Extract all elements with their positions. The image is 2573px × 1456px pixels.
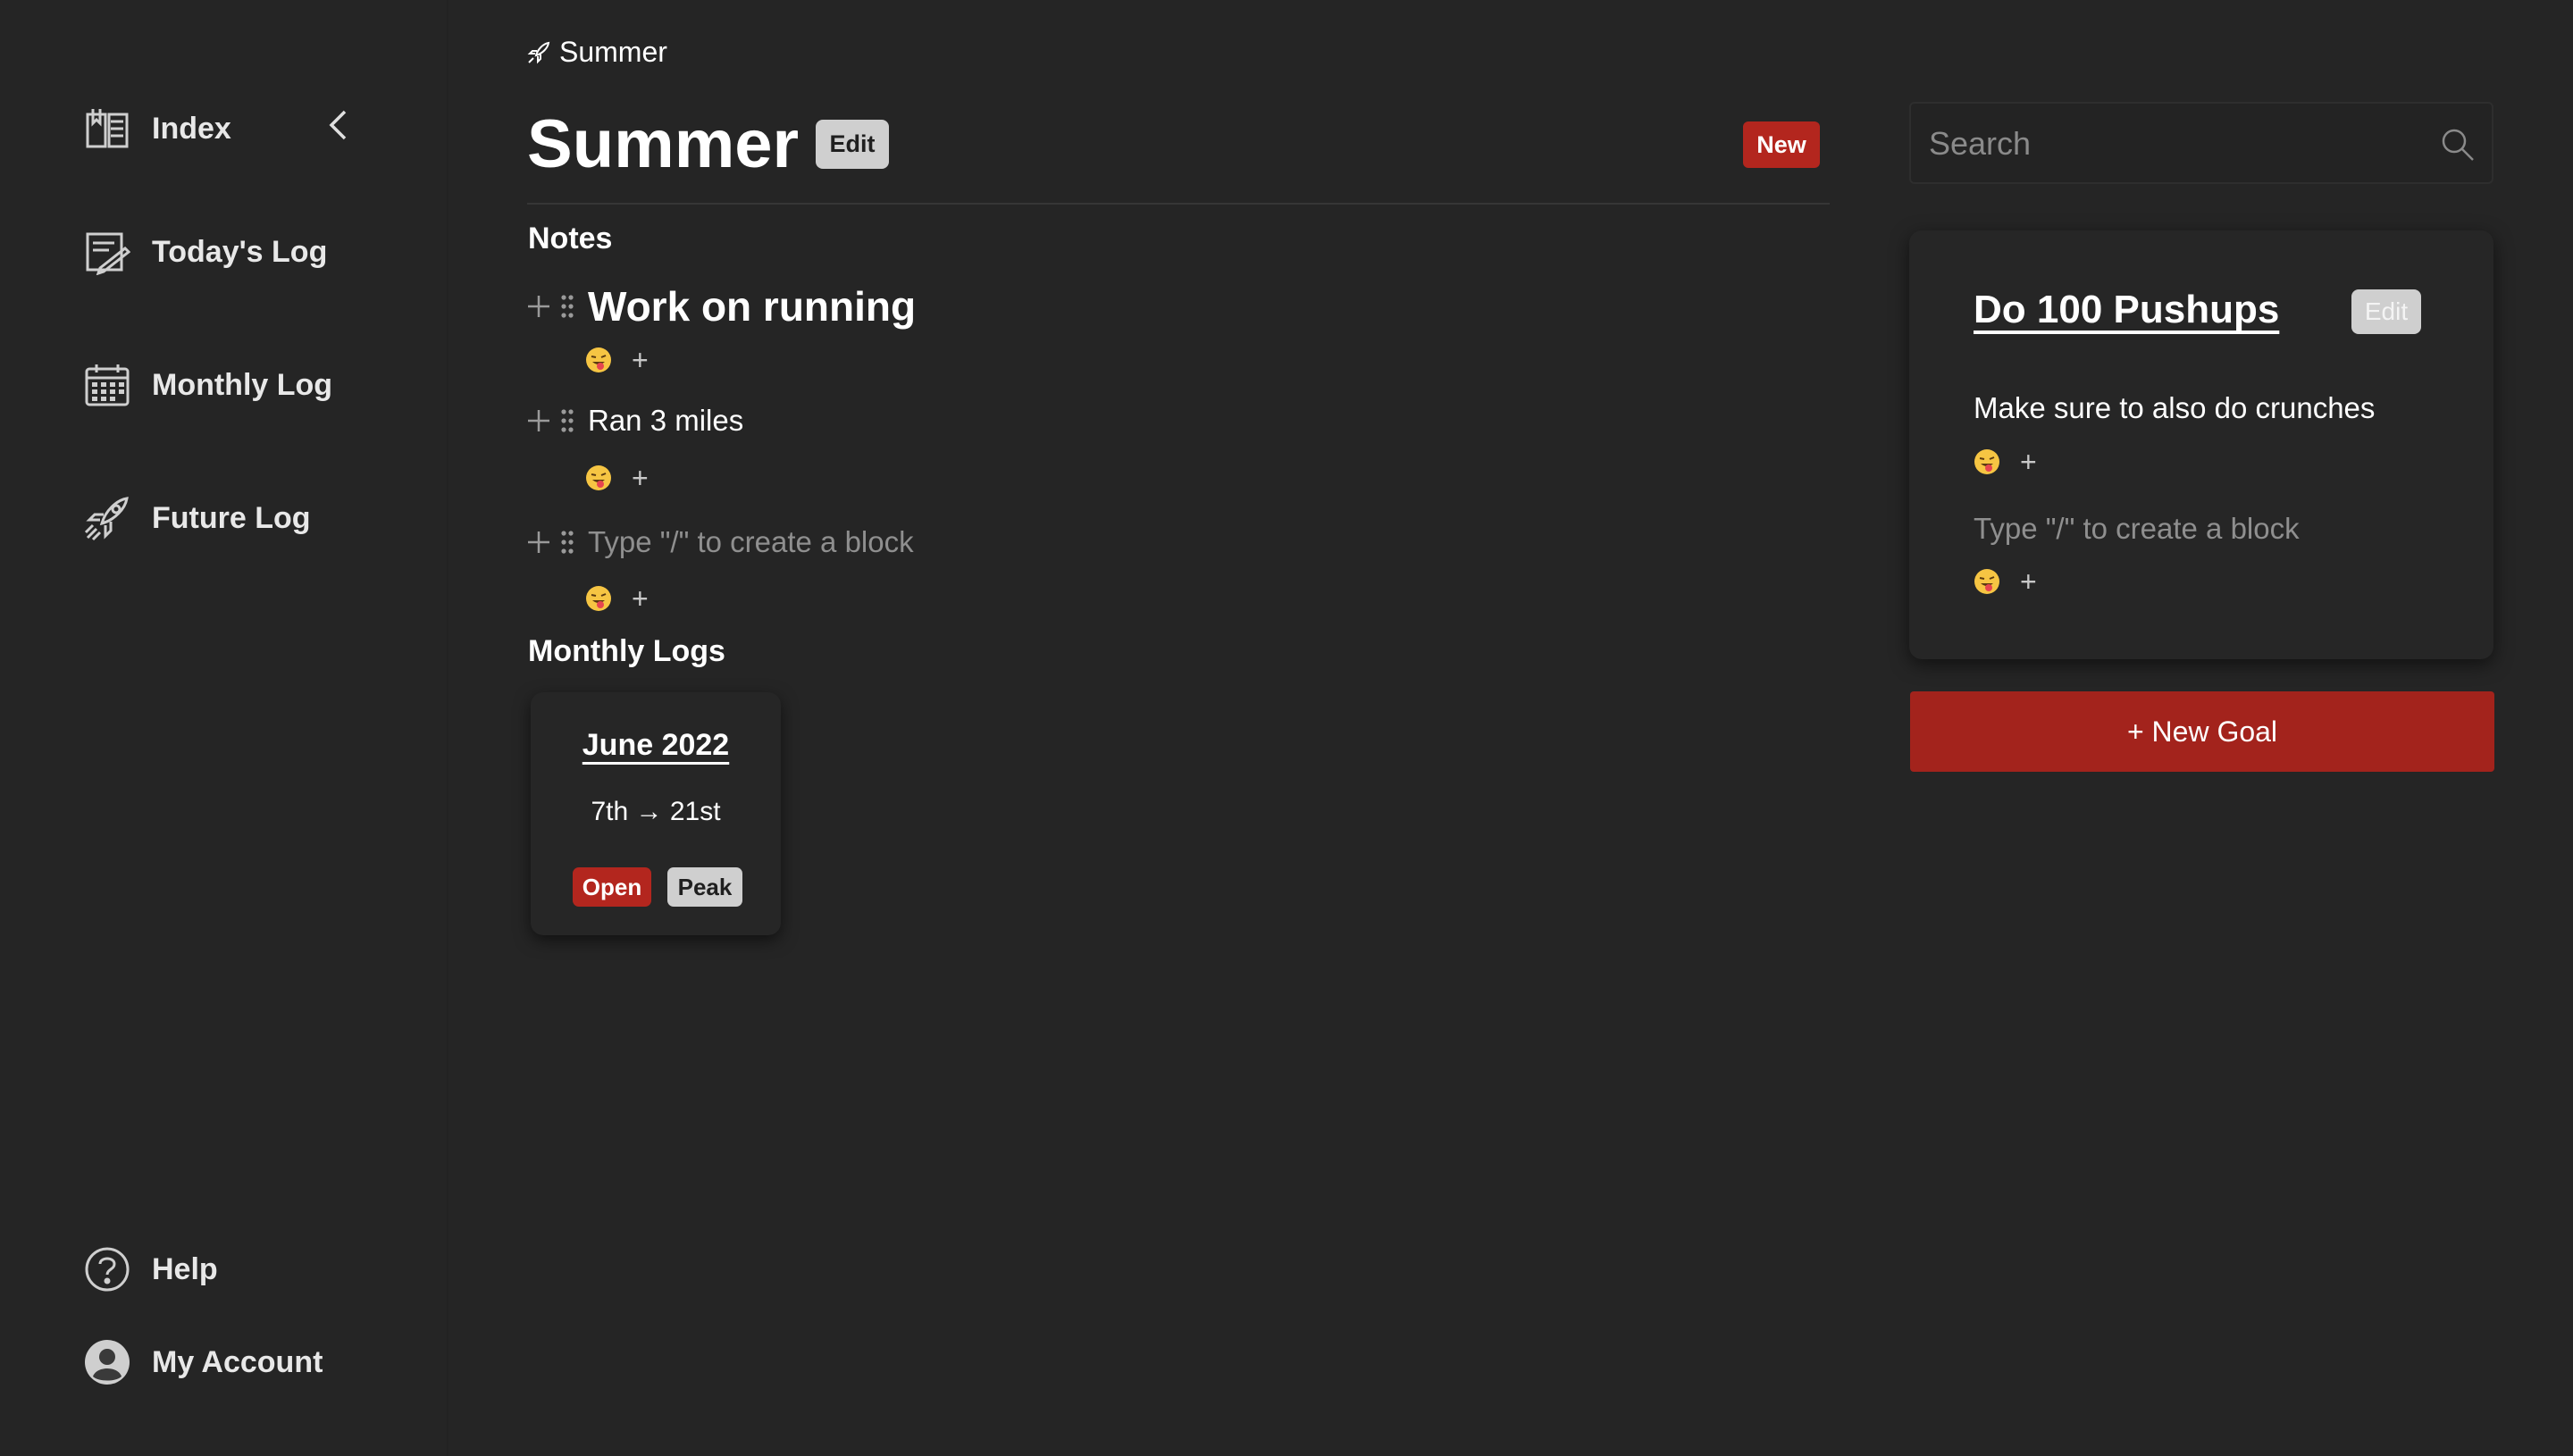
add-block-icon[interactable] — [525, 293, 552, 320]
add-block-icon[interactable] — [525, 529, 552, 556]
add-reaction-button[interactable]: + — [632, 346, 649, 374]
search-box — [1909, 102, 2493, 184]
sidebar-item-future-log[interactable]: Future Log — [82, 493, 311, 543]
sidebar-item-index[interactable]: Index — [82, 104, 231, 154]
page-title: Summer — [527, 106, 800, 182]
note-heading-text[interactable]: Work on running — [588, 282, 916, 331]
add-block-icon[interactable] — [525, 407, 552, 434]
sidebar-item-monthly-log[interactable]: Monthly Log — [82, 360, 332, 410]
drag-handle-icon[interactable] — [557, 293, 577, 320]
reaction-bar: + — [1974, 448, 2037, 476]
breadcrumb[interactable]: Summer — [527, 36, 667, 69]
goal-edit-button[interactable]: Edit — [2351, 289, 2421, 334]
note-block: Work on running — [525, 282, 916, 331]
book-icon — [82, 104, 132, 154]
winking-tongue-emoji-icon[interactable] — [585, 585, 612, 612]
sidebar-item-label: Index — [152, 111, 231, 146]
sidebar-item-help[interactable]: Help — [82, 1244, 218, 1294]
sidebar: Index Today's Log Monthly Log Future Log… — [0, 0, 448, 1456]
monthly-logs-heading: Monthly Logs — [528, 634, 725, 668]
divider — [527, 203, 1830, 205]
search-icon[interactable] — [2440, 127, 2476, 163]
search-input[interactable] — [1927, 104, 2431, 184]
new-button[interactable]: New — [1743, 121, 1820, 168]
notebook-pen-icon — [82, 227, 132, 277]
winking-tongue-emoji-icon[interactable] — [585, 347, 612, 373]
breadcrumb-label: Summer — [559, 36, 667, 68]
monthly-log-date-range: 7th → 21st — [591, 797, 721, 826]
winking-tongue-emoji-icon[interactable] — [1974, 568, 2000, 595]
sidebar-item-my-account[interactable]: My Account — [82, 1337, 323, 1387]
sidebar-item-label: My Account — [152, 1344, 323, 1379]
chevron-left-icon — [329, 110, 347, 140]
question-circle-icon — [82, 1244, 132, 1294]
goal-note-text[interactable]: Make sure to also do crunches — [1974, 391, 2375, 425]
goal-title[interactable]: Do 100 Pushups — [1974, 288, 2279, 332]
drag-handle-icon[interactable] — [557, 529, 577, 556]
open-button[interactable]: Open — [573, 867, 651, 907]
sidebar-item-todays-log[interactable]: Today's Log — [82, 227, 327, 277]
reaction-bar: + — [585, 346, 649, 374]
edit-title-button[interactable]: Edit — [816, 120, 889, 169]
note-block: Ran 3 miles — [525, 404, 743, 438]
sidebar-item-label: Today's Log — [152, 234, 328, 269]
goal-new-block-placeholder[interactable]: Type "/" to create a block — [1974, 512, 2300, 546]
note-text[interactable]: Ran 3 miles — [588, 404, 743, 438]
sidebar-item-label: Help — [152, 1251, 218, 1286]
add-reaction-button[interactable]: + — [2020, 448, 2037, 476]
monthly-log-card: June 2022 7th → 21st Open Peak — [531, 692, 781, 935]
monthly-log-card-title[interactable]: June 2022 — [531, 728, 781, 763]
rocket-icon — [527, 41, 550, 63]
drag-handle-icon[interactable] — [557, 407, 577, 434]
reaction-bar: + — [585, 584, 649, 613]
add-reaction-button[interactable]: + — [632, 584, 649, 613]
add-reaction-button[interactable]: + — [632, 464, 649, 492]
peak-button[interactable]: Peak — [667, 867, 742, 907]
winking-tongue-emoji-icon[interactable] — [585, 464, 612, 491]
goal-card: Do 100 Pushups Edit Make sure to also do… — [1909, 230, 2493, 659]
new-goal-button[interactable]: + New Goal — [1910, 691, 2494, 772]
add-reaction-button[interactable]: + — [2020, 567, 2037, 596]
calendar-icon — [82, 360, 132, 410]
collapse-sidebar-button[interactable] — [323, 104, 352, 146]
winking-tongue-emoji-icon[interactable] — [1974, 448, 2000, 475]
sidebar-item-label: Future Log — [152, 500, 311, 535]
account-circle-icon — [82, 1337, 132, 1387]
rocket-icon — [82, 493, 132, 543]
notes-heading: Notes — [528, 222, 613, 255]
reaction-bar: + — [1974, 567, 2037, 596]
sidebar-item-label: Monthly Log — [152, 367, 333, 402]
reaction-bar: + — [585, 464, 649, 492]
note-block: Type "/" to create a block — [525, 525, 914, 559]
new-block-placeholder[interactable]: Type "/" to create a block — [588, 525, 914, 559]
